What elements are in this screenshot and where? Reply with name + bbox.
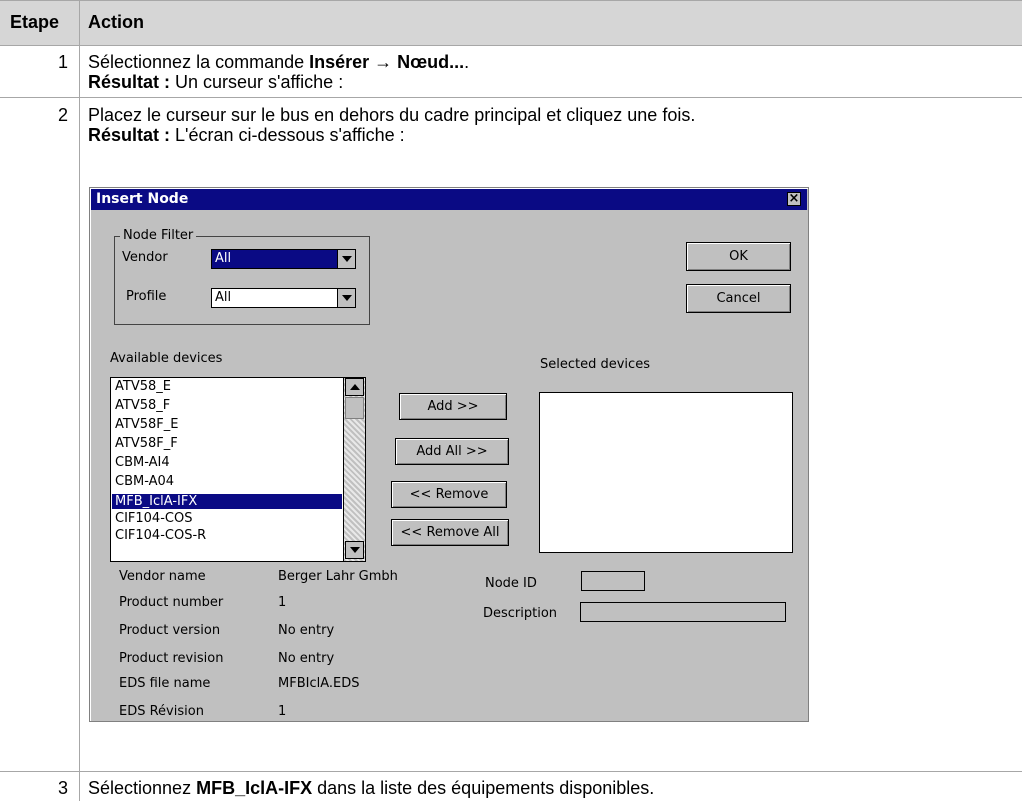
product-revision-label: Product revision [119, 651, 224, 666]
profile-value: All [215, 290, 232, 305]
vendor-value: All [215, 251, 232, 266]
scroll-thumb[interactable] [345, 397, 364, 419]
list-item[interactable]: CBM-AI4 [112, 455, 342, 470]
product-number-value: 1 [278, 595, 287, 610]
step-number-2: 2 [57, 105, 68, 125]
description-label: Description [483, 606, 558, 621]
profile-label: Profile [126, 289, 167, 304]
product-version-label: Product version [119, 623, 221, 638]
eds-revision-label: EDS Révision [119, 704, 204, 719]
scroll-down-icon[interactable] [345, 541, 364, 559]
list-item[interactable]: CIF104-COS [112, 511, 342, 526]
column-divider [79, 0, 80, 801]
list-item[interactable]: CIF104-COS-R [112, 528, 342, 543]
add-all-button[interactable]: Add All >> [395, 438, 509, 465]
devices-scrollbar[interactable] [343, 378, 365, 561]
chevron-down-icon[interactable] [337, 289, 355, 307]
list-item-selected[interactable]: MFB_IclA-IFX [112, 494, 342, 509]
list-item[interactable]: CBM-A04 [112, 474, 342, 489]
list-item[interactable]: ATV58F_F [112, 436, 342, 451]
step-number-1: 1 [57, 52, 68, 72]
chevron-down-icon[interactable] [337, 250, 355, 268]
list-item[interactable]: ATV58F_E [112, 417, 342, 432]
remove-button[interactable]: << Remove [391, 481, 507, 508]
list-item[interactable]: ATV58_E [112, 379, 342, 394]
node-id-field[interactable] [581, 571, 645, 591]
add-button[interactable]: Add >> [399, 393, 507, 420]
available-devices-list[interactable]: ATV58_E ATV58_F ATV58F_E ATV58F_F CBM-AI… [110, 377, 366, 562]
node-id-label: Node ID [485, 576, 537, 591]
description-field[interactable] [580, 602, 786, 622]
dialog-title: Insert Node [96, 191, 189, 207]
eds-file-name-label: EDS file name [119, 676, 211, 691]
step-3-instruction: Sélectionnez MFB_IclA-IFX dans la liste … [88, 778, 655, 798]
insert-node-dialog: Insert Node × Node Filter Vendor All Pro… [89, 187, 809, 722]
table-border [0, 97, 1022, 98]
node-filter-legend: Node Filter [120, 228, 197, 243]
step-2-instruction: Placez le curseur sur le bus en dehors d… [88, 105, 696, 125]
step-1-instruction: Sélectionnez la commande Insérer → Nœud.… [88, 52, 470, 72]
eds-file-name-value: MFBIclA.EDS [278, 676, 360, 691]
product-revision-value: No entry [278, 651, 335, 666]
table-border [0, 0, 1022, 1]
ok-button[interactable]: OK [686, 242, 791, 271]
vendor-select[interactable]: All [211, 249, 356, 269]
header-step: Etape [10, 12, 60, 32]
table-border [0, 771, 1022, 772]
header-action: Action [88, 12, 144, 32]
step-1-result: Résultat : Un curseur s'affiche : [88, 72, 344, 92]
eds-revision-value: 1 [278, 704, 287, 719]
step-2-result: Résultat : L'écran ci-dessous s'affiche … [88, 125, 405, 145]
scroll-up-icon[interactable] [345, 378, 364, 396]
available-devices-label: Available devices [110, 351, 223, 366]
vendor-name-value: Berger Lahr Gmbh [278, 569, 398, 584]
vendor-name-label: Vendor name [119, 569, 206, 584]
product-number-label: Product number [119, 595, 224, 610]
dialog-titlebar: Insert Node × [91, 189, 807, 210]
close-icon[interactable]: × [787, 192, 801, 206]
product-version-value: No entry [278, 623, 335, 638]
selected-devices-list[interactable] [539, 392, 793, 553]
selected-devices-label: Selected devices [540, 357, 650, 372]
cancel-button[interactable]: Cancel [686, 284, 791, 313]
table-border [0, 45, 1022, 46]
list-item[interactable]: ATV58_F [112, 398, 342, 413]
profile-select[interactable]: All [211, 288, 356, 308]
table-header [0, 0, 1022, 45]
remove-all-button[interactable]: << Remove All [391, 519, 509, 546]
step-number-3: 3 [57, 778, 68, 798]
vendor-label: Vendor [122, 250, 168, 265]
